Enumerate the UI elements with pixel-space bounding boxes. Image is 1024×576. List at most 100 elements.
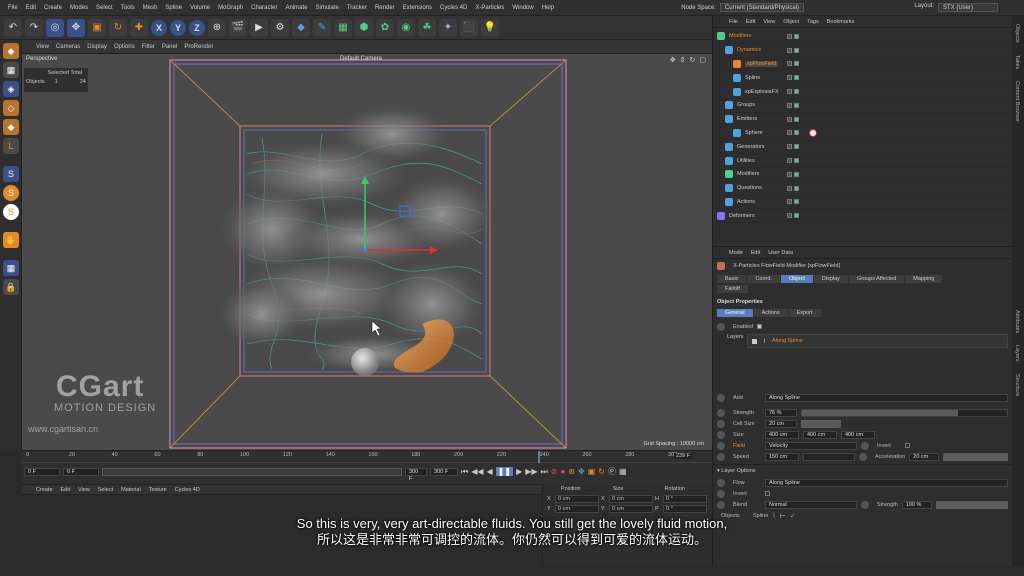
- viewport-menu-cameras[interactable]: Cameras: [56, 44, 80, 50]
- material-menu-cycles-4d[interactable]: Cycles 4D: [175, 487, 200, 493]
- material-tag-icon[interactable]: [809, 128, 817, 137]
- viewport-menu-options[interactable]: Options: [114, 44, 135, 50]
- y-axis-toggle[interactable]: Y: [170, 19, 186, 36]
- menu-simulate[interactable]: Simulate: [316, 5, 339, 11]
- size-x-field[interactable]: 400 cm: [765, 430, 799, 439]
- coord-value-field[interactable]: 0 cm: [609, 505, 653, 513]
- deformer-icon[interactable]: ☘: [418, 18, 436, 37]
- cube-icon[interactable]: ◆: [292, 18, 310, 37]
- menu-modes[interactable]: Modes: [70, 5, 88, 11]
- side-tab-attributes[interactable]: Attributes: [1012, 306, 1022, 337]
- menu-mograph[interactable]: MoGraph: [218, 5, 243, 11]
- object-row[interactable]: Emitters: [713, 113, 1012, 127]
- object-menu-view[interactable]: View: [763, 19, 775, 25]
- object-row[interactable]: xpExplosiaFX: [713, 85, 1012, 99]
- camera-icon[interactable]: ⬛: [460, 18, 478, 37]
- tab-display[interactable]: Display: [813, 275, 848, 283]
- object-menu-file[interactable]: File: [729, 19, 738, 25]
- viewport-menu-filter[interactable]: Filter: [142, 44, 155, 50]
- scale-icon[interactable]: ▣: [88, 18, 106, 37]
- z-axis-toggle[interactable]: Z: [189, 19, 205, 36]
- side-tab-layers[interactable]: Layers: [1012, 341, 1022, 366]
- node-space-select[interactable]: Current (Standard/Physical): [719, 3, 804, 12]
- next-key-icon[interactable]: ▶▶: [525, 467, 537, 476]
- coord-value-field[interactable]: 0 °: [663, 505, 707, 513]
- preview-end-field[interactable]: 300 F: [405, 467, 427, 482]
- pen-icon[interactable]: ✎: [313, 18, 331, 37]
- visibility-checks[interactable]: [787, 185, 799, 191]
- lock-icon[interactable]: 🔒: [3, 279, 19, 295]
- object-row[interactable]: Deformers: [713, 209, 1012, 224]
- tab-coord-[interactable]: Coord.: [747, 275, 780, 283]
- tab-mapping[interactable]: Mapping: [905, 275, 943, 283]
- object-row[interactable]: Utilities: [713, 154, 1012, 168]
- menu-window[interactable]: Window: [512, 5, 533, 11]
- acceleration-field[interactable]: 20 cm: [909, 452, 940, 461]
- visibility-checks[interactable]: [787, 102, 799, 108]
- speed-field[interactable]: 150 cm: [765, 452, 799, 461]
- object-menu-object[interactable]: Object: [783, 19, 799, 25]
- sculpt-icon[interactable]: ✋: [3, 232, 19, 248]
- object-row[interactable]: xpFlowField: [713, 58, 1012, 72]
- add-select[interactable]: Along Spline: [765, 393, 1008, 402]
- material-menu-texture[interactable]: Texture: [149, 487, 167, 493]
- live-selection-icon[interactable]: ◎: [46, 18, 64, 37]
- visibility-checks[interactable]: [787, 130, 799, 136]
- viewport-menu-view[interactable]: View: [36, 44, 49, 50]
- visibility-checks[interactable]: [787, 144, 799, 150]
- object-row[interactable]: Groups: [713, 99, 1012, 113]
- material-menu-edit[interactable]: Edit: [61, 487, 70, 493]
- viewport-menu-display[interactable]: Display: [87, 44, 107, 50]
- points-mode-icon[interactable]: ◈: [3, 81, 19, 97]
- visibility-checks[interactable]: [787, 61, 799, 67]
- menu-x-particles[interactable]: X-Particles: [475, 5, 504, 11]
- coord-value-field[interactable]: 0 cm: [555, 495, 599, 503]
- menu-create[interactable]: Create: [44, 5, 62, 11]
- attribute-menu-user-data[interactable]: User Data: [768, 250, 793, 256]
- tab-groups-affected[interactable]: Groups Affected: [848, 275, 905, 283]
- preview-range-bar[interactable]: [102, 467, 402, 476]
- key-rotation-icon[interactable]: ↻: [598, 467, 605, 476]
- polygons-mode-icon[interactable]: ◆: [3, 119, 19, 135]
- material-menu-select[interactable]: Select: [98, 487, 113, 493]
- menu-mesh[interactable]: Mesh: [143, 5, 158, 11]
- tab-object[interactable]: Object: [780, 275, 813, 283]
- orbit-icon[interactable]: ↻: [690, 56, 696, 64]
- strength-field[interactable]: 76 %: [765, 408, 797, 417]
- subtab-general[interactable]: General: [717, 309, 753, 317]
- menu-render[interactable]: Render: [375, 5, 395, 11]
- object-row[interactable]: Modifiers: [713, 30, 1012, 44]
- pause-icon[interactable]: ❚❚: [495, 467, 514, 476]
- coord-value-field[interactable]: 0 cm: [555, 505, 599, 513]
- viewport-menu-prorender[interactable]: ProRender: [184, 44, 213, 50]
- key-pla-icon[interactable]: ▦: [619, 467, 627, 476]
- object-row[interactable]: Modifiers: [713, 168, 1012, 182]
- object-menu-bookmarks[interactable]: Bookmarks: [827, 19, 855, 25]
- side-tab-structure[interactable]: Structure: [1012, 370, 1022, 400]
- go-start-icon[interactable]: ⏮: [461, 467, 468, 477]
- subtab-export[interactable]: Export: [788, 309, 821, 317]
- move-icon[interactable]: ✥: [67, 18, 85, 37]
- pan-icon[interactable]: ✥: [670, 56, 676, 64]
- field-select[interactable]: Velocity: [765, 441, 857, 450]
- menu-extensions[interactable]: Extensions: [403, 5, 432, 11]
- menu-spline[interactable]: Spline: [165, 5, 182, 11]
- visibility-checks[interactable]: [787, 158, 799, 164]
- undo-icon[interactable]: ↶: [4, 18, 22, 37]
- side-tab-content-browser[interactable]: Content Browser: [1012, 77, 1022, 126]
- object-row[interactable]: Generators: [713, 140, 1012, 155]
- enabled-checkbox[interactable]: [757, 324, 763, 329]
- render-settings-icon[interactable]: ⚙: [271, 18, 289, 37]
- keyframe-selection-icon[interactable]: ⊛: [568, 467, 575, 476]
- key-param-icon[interactable]: Ⓟ: [608, 466, 616, 477]
- visibility-checks[interactable]: [787, 171, 799, 177]
- x-axis-toggle[interactable]: X: [151, 19, 167, 36]
- snap-icon[interactable]: S: [3, 166, 19, 182]
- blend-select[interactable]: Normal: [765, 500, 857, 509]
- attribute-menu-edit[interactable]: Edit: [751, 250, 760, 256]
- visibility-checks[interactable]: [787, 213, 799, 219]
- strength-slider[interactable]: [801, 408, 1008, 417]
- dolly-icon[interactable]: ⇕: [680, 56, 686, 64]
- object-row[interactable]: Dynamics: [713, 44, 1012, 58]
- layout-select[interactable]: STX (User): [938, 3, 998, 12]
